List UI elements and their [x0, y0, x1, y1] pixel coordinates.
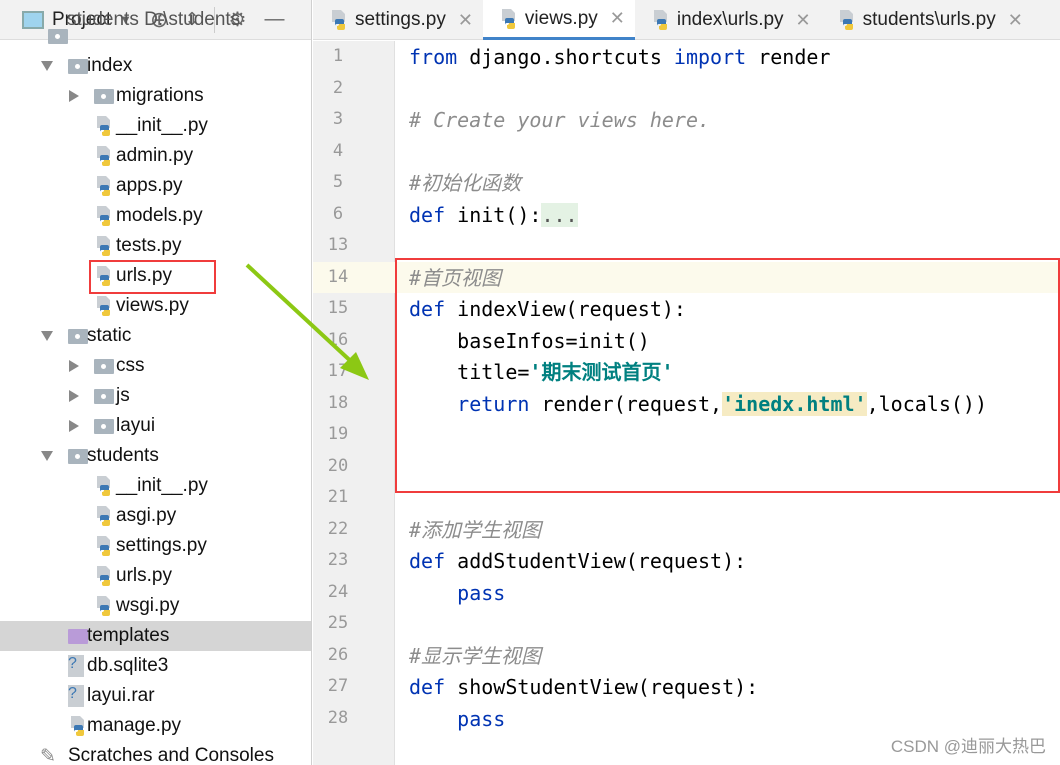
watermark: CSDN @迪丽大热巴 [890, 737, 1046, 756]
annotation-arrow [245, 263, 369, 380]
